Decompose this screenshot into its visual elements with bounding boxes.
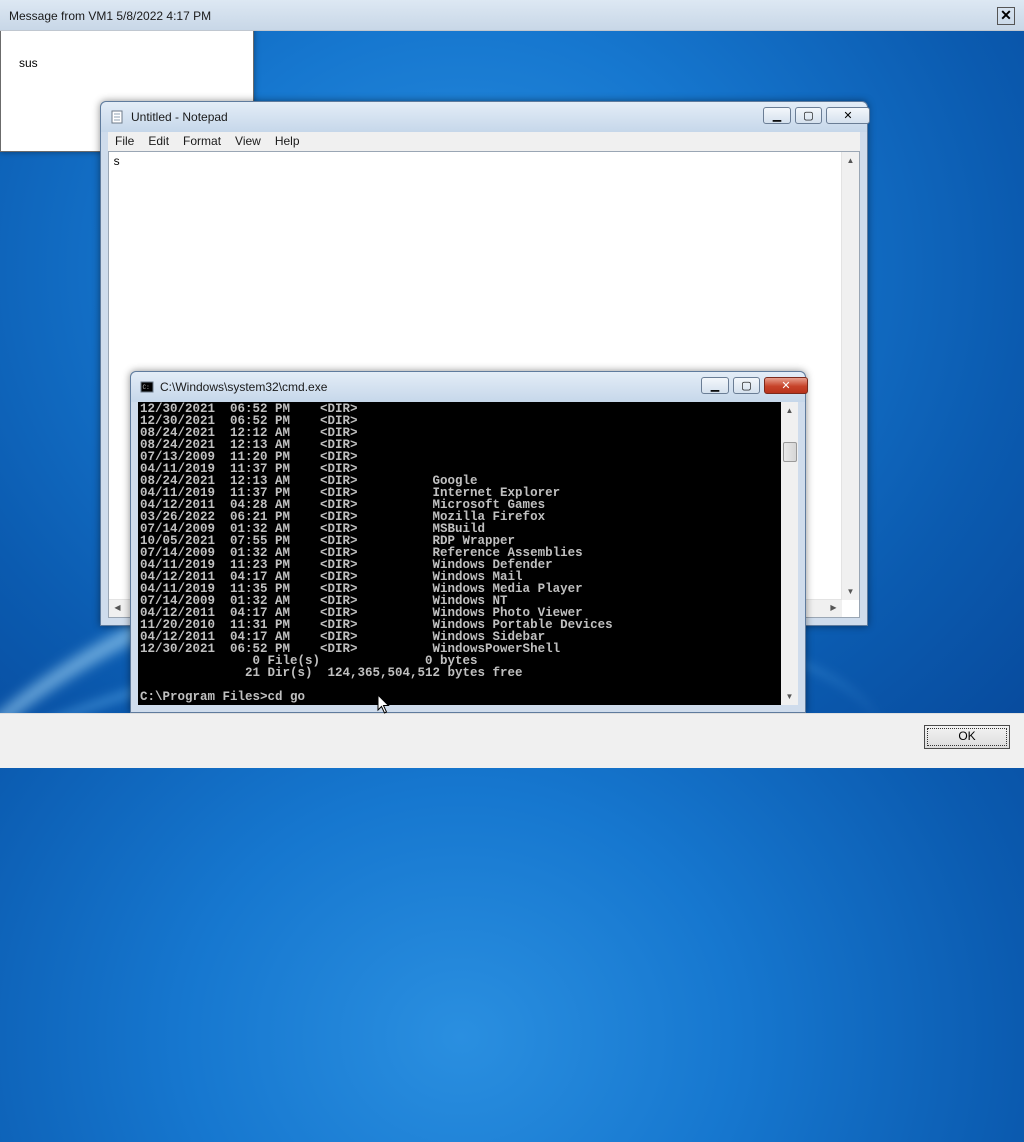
- maximize-icon: ▢: [803, 110, 814, 122]
- close-icon[interactable]: ✕: [997, 7, 1015, 25]
- minimize-button[interactable]: ▁: [763, 107, 791, 124]
- mouse-cursor-icon: [377, 694, 390, 714]
- menu-bar: File Edit Format View Help: [108, 132, 860, 151]
- notepad-titlebar[interactable]: Untitled - Notepad ▁ ▢ ✕: [101, 102, 870, 132]
- close-button[interactable]: ✕: [826, 107, 870, 124]
- notepad-icon: [111, 110, 123, 124]
- minimize-icon: ▁: [772, 110, 782, 122]
- dialog-message: sus: [19, 56, 38, 70]
- notepad-title: Untitled - Notepad: [131, 110, 228, 124]
- cmd-line: C:\Program Files>cd go: [140, 690, 306, 704]
- scroll-left-icon[interactable]: ◀: [109, 603, 126, 612]
- dialog-title: Message from VM1 5/8/2022 4:17 PM: [9, 9, 212, 23]
- menu-format[interactable]: Format: [176, 132, 228, 148]
- scroll-up-icon[interactable]: ▲: [842, 156, 859, 165]
- cmd-title: C:\Windows\system32\cmd.exe: [160, 380, 328, 394]
- dialog-titlebar[interactable]: Message from VM1 5/8/2022 4:17 PM ✕: [0, 0, 1024, 31]
- minimize-icon: ▁: [710, 380, 720, 392]
- cmd-console[interactable]: 12/30/2021 06:52 PM <DIR> 12/30/2021 06:5…: [138, 402, 798, 705]
- maximize-button[interactable]: ▢: [733, 377, 760, 394]
- maximize-icon: ▢: [741, 380, 752, 392]
- close-icon: ✕: [843, 110, 853, 122]
- vertical-scrollbar[interactable]: ▲ ▼: [841, 152, 859, 600]
- scroll-right-icon[interactable]: ▶: [825, 603, 842, 612]
- cmd-icon: C:: [140, 381, 154, 393]
- svg-text:C:: C:: [143, 384, 150, 391]
- cmd-line: 21 Dir(s) 124,365,504,512 bytes free: [140, 666, 523, 680]
- notepad-content[interactable]: s: [113, 155, 120, 169]
- scroll-down-icon[interactable]: ▼: [781, 692, 798, 701]
- scroll-down-icon[interactable]: ▼: [842, 587, 859, 596]
- cmd-output: 12/30/2021 06:52 PM <DIR> 12/30/2021 06:5…: [140, 403, 778, 704]
- cmd-window[interactable]: C: C:\Windows\system32\cmd.exe ▁ ▢ ✕ 12/…: [130, 371, 808, 713]
- menu-view[interactable]: View: [228, 132, 268, 148]
- ok-button[interactable]: OK: [924, 725, 1010, 749]
- scroll-thumb[interactable]: [783, 442, 797, 462]
- menu-edit[interactable]: Edit: [141, 132, 176, 148]
- menu-help[interactable]: Help: [268, 132, 307, 148]
- cmd-titlebar[interactable]: C: C:\Windows\system32\cmd.exe ▁ ▢ ✕: [131, 372, 808, 402]
- vertical-scrollbar[interactable]: ▲ ▼: [781, 402, 798, 705]
- close-button[interactable]: ✕: [764, 377, 808, 394]
- maximize-button[interactable]: ▢: [795, 107, 822, 124]
- menu-file[interactable]: File: [108, 132, 141, 148]
- close-icon: ✕: [781, 380, 791, 392]
- minimize-button[interactable]: ▁: [701, 377, 729, 394]
- scroll-up-icon[interactable]: ▲: [781, 406, 798, 415]
- dialog-footer: OK: [0, 713, 1024, 768]
